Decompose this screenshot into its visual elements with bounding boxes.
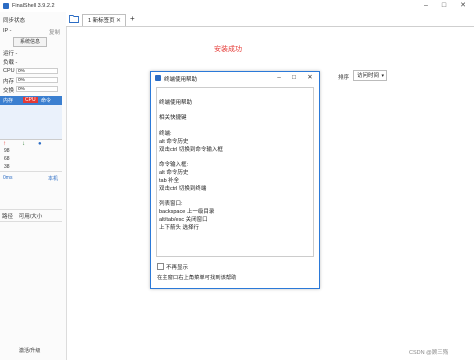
cpu-meter: 0% bbox=[16, 68, 58, 74]
cpu-label: CPU bbox=[3, 68, 15, 74]
divider bbox=[0, 221, 62, 222]
memory-meter: 0% bbox=[16, 77, 58, 83]
dialog-title-bar: 终端使用帮助 – □ ✕ bbox=[151, 72, 319, 84]
minimize-button[interactable]: – bbox=[418, 0, 434, 12]
swap-meter: 0% bbox=[16, 86, 58, 92]
install-success-text: 安装成功 bbox=[214, 46, 242, 53]
help-line: alt 命令历史 bbox=[159, 170, 189, 176]
app-logo-icon bbox=[155, 75, 161, 81]
latency-label: 0ms bbox=[3, 175, 13, 181]
copy-ip-link[interactable]: 复制 bbox=[49, 28, 60, 36]
help-line: 终端: bbox=[159, 131, 172, 137]
divider bbox=[0, 171, 62, 172]
dialog-close-button[interactable]: ✕ bbox=[304, 72, 316, 84]
process-list bbox=[0, 105, 62, 140]
close-button[interactable]: ✕ bbox=[455, 0, 471, 12]
sort-label: 排序 bbox=[338, 75, 350, 81]
download-arrow-icon: ↓ bbox=[22, 141, 25, 147]
tab-memory[interactable]: 内存 bbox=[3, 97, 13, 104]
help-line: 双击ctrl 切换到终端 bbox=[159, 186, 207, 192]
folder-icon[interactable] bbox=[69, 14, 79, 23]
dialog-footer-text: 在主窗口右上角菜单可找到该帮助 bbox=[157, 275, 237, 281]
help-line: 相关快捷键 bbox=[159, 115, 187, 121]
help-line: alt 命令历史 bbox=[159, 139, 189, 145]
swap-label: 交换 bbox=[3, 88, 15, 94]
help-line: 命令输入框: bbox=[159, 162, 189, 168]
tab-new[interactable]: 1 新标签页 ✕ bbox=[82, 14, 126, 26]
tab-label: 1 新标签页 bbox=[88, 18, 115, 24]
path-column[interactable]: 路径 bbox=[2, 214, 13, 220]
speed-tick: 38 bbox=[4, 164, 10, 170]
checkbox-label: 不再显示 bbox=[166, 265, 189, 271]
load-label: 负载 - bbox=[3, 60, 18, 66]
system-info-button[interactable]: 系统信息 bbox=[13, 37, 47, 47]
help-line: 双击ctrl 切换到命令输入框 bbox=[159, 147, 223, 153]
sort-select[interactable]: 访问时间 ▾ bbox=[353, 70, 387, 81]
dont-show-again-checkbox[interactable] bbox=[157, 263, 164, 270]
add-tab-button[interactable]: + bbox=[130, 14, 135, 23]
upload-arrow-icon: ↑ bbox=[3, 141, 6, 147]
close-tab-icon[interactable]: ✕ bbox=[116, 15, 121, 27]
upgrade-link[interactable]: 激活/升级 bbox=[19, 347, 40, 354]
size-column[interactable]: 可用/大小 bbox=[19, 214, 43, 220]
help-line: alt/tab/esc 关闭窗口 bbox=[159, 217, 208, 223]
ip-label: IP - bbox=[3, 28, 12, 34]
tab-cpu[interactable]: CPU bbox=[23, 97, 38, 103]
sort-value: 访问时间 bbox=[357, 73, 380, 79]
tab-command[interactable]: 命令 bbox=[41, 97, 51, 104]
dialog-title: 终端使用帮助 bbox=[164, 77, 198, 83]
window-title: FinalShell 3.9.2.2 bbox=[12, 3, 55, 9]
help-line: tab 补全 bbox=[159, 178, 180, 184]
help-dialog: 终端使用帮助 – □ ✕ 终端使用帮助 相关快捷键 终端: alt 命令历史 双… bbox=[150, 71, 320, 289]
help-line: 上下箭头 选择行 bbox=[159, 225, 200, 231]
sync-status-label: 同步状态 bbox=[3, 18, 26, 24]
dialog-maximize-button[interactable]: □ bbox=[288, 72, 300, 84]
watermark: CSDN @顾三殇 bbox=[409, 350, 449, 356]
memory-label: 内存 bbox=[3, 79, 15, 85]
speed-indicator-icon: ● bbox=[38, 141, 42, 147]
help-line: 列表窗口: bbox=[159, 201, 183, 207]
divider bbox=[0, 209, 62, 210]
chevron-down-icon: ▾ bbox=[381, 73, 384, 79]
run-label: 运行 - bbox=[3, 51, 18, 57]
tab-bar bbox=[66, 12, 474, 27]
host-label: 本机 bbox=[48, 176, 59, 182]
help-line: backspace 上一级目录 bbox=[159, 209, 215, 215]
app-logo-icon bbox=[3, 3, 9, 9]
help-text-area[interactable]: 终端使用帮助 相关快捷键 终端: alt 命令历史 双击ctrl 切换到命令输入… bbox=[156, 87, 314, 257]
dialog-minimize-button[interactable]: – bbox=[273, 72, 285, 84]
speed-tick: 68 bbox=[4, 156, 10, 162]
process-tabs: 内存 CPU 命令 bbox=[0, 96, 62, 105]
help-line: 终端使用帮助 bbox=[159, 100, 193, 106]
maximize-button[interactable]: □ bbox=[436, 0, 452, 12]
speed-tick: 98 bbox=[4, 148, 10, 154]
